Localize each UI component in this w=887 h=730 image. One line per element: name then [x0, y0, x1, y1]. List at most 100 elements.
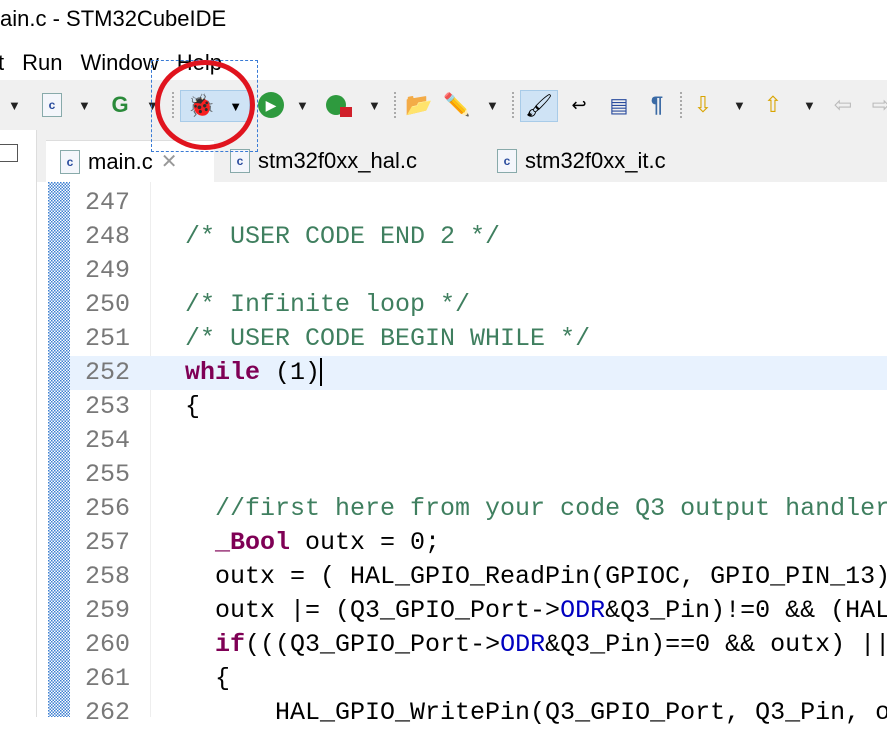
pilcrow-icon[interactable]: ¶: [644, 90, 670, 120]
chevron-down-icon[interactable]: ▼: [803, 98, 816, 113]
code-text: {: [185, 390, 200, 424]
code-line[interactable]: 251 /* USER CODE BEGIN WHILE */: [70, 322, 887, 356]
code-token: &Q3_Pin)!=0 && (HAL: [605, 596, 887, 625]
chevron-down-icon[interactable]: ▼: [296, 98, 309, 113]
code-line[interactable]: 247: [70, 186, 887, 220]
code-token: ODR: [560, 596, 606, 625]
menu-partial[interactable]: t: [0, 50, 6, 76]
code-line[interactable]: 256 //first here from your code Q3 outpu…: [70, 492, 887, 526]
close-icon[interactable]: ✕: [161, 149, 178, 174]
code-token: //first here from your code Q3 output ha…: [185, 494, 887, 523]
block-select-icon[interactable]: ▤: [604, 90, 634, 120]
tab-stm32f0xx-hal[interactable]: c stm32f0xx_hal.c: [230, 140, 417, 182]
open-folder-icon[interactable]: 📂: [402, 90, 436, 120]
chevron-down-icon[interactable]: ▼: [486, 98, 499, 113]
code-token: HAL_GPIO_WritePin(Q3_GPIO_Port, Q3_Pin, …: [185, 698, 887, 727]
line-number: 259: [84, 596, 130, 625]
line-number: 250: [84, 290, 130, 319]
code-token: outx = ( HAL_GPIO_ReadPin(GPIOC, GPIO_PI…: [185, 562, 887, 591]
code-token: {: [185, 664, 231, 693]
menu-run[interactable]: Run: [20, 50, 64, 76]
line-number: 260: [84, 630, 130, 659]
code-line[interactable]: 252 while (1): [70, 356, 887, 390]
code-text: {: [185, 662, 230, 696]
menu-bar: t Run Window Help: [0, 50, 224, 76]
code-line[interactable]: 254: [70, 424, 887, 458]
c-file-icon: c: [60, 149, 80, 174]
code-token: outx = 0;: [290, 528, 441, 557]
toolbar: ▼ c ▼ G ▼ 🐞 ▼ ▶ ▼ ▼ 📂 ✏️ ▼ 🖌 ↩ ▤ ¶ ⇩ ▼ ⇧ …: [0, 80, 887, 130]
code-text: _Bool outx = 0;: [185, 526, 440, 560]
code-line[interactable]: 248 /* USER CODE END 2 */: [70, 220, 887, 254]
line-number: 248: [84, 222, 130, 251]
chevron-down-icon[interactable]: ▼: [78, 98, 91, 113]
code-lines[interactable]: 247 248 /* USER CODE END 2 */ 249 250 /* Infi…: [70, 186, 887, 730]
code-line[interactable]: 258 outx = ( HAL_GPIO_ReadPin(GPIOC, GPI…: [70, 560, 887, 594]
code-token: &Q3_Pin)==0 && outx) ||: [545, 630, 887, 659]
tab-main-c[interactable]: c main.c ✕: [46, 140, 214, 182]
tab-label: stm32f0xx_hal.c: [258, 148, 417, 173]
pen-icon[interactable]: ✏️: [440, 90, 474, 120]
line-number: 249: [84, 256, 130, 285]
window-title: ain.c - STM32CubeIDE: [0, 6, 227, 31]
new-c-file-icon[interactable]: c: [38, 90, 66, 120]
chevron-down-icon[interactable]: ▼: [733, 98, 746, 113]
code-token: /* USER CODE END 2 */: [185, 222, 501, 251]
minimize-icon[interactable]: [0, 144, 18, 162]
next-annotation-icon[interactable]: ⇩: [688, 90, 718, 120]
chevron-down-icon[interactable]: ▼: [146, 98, 159, 113]
chevron-down-icon[interactable]: ▼: [8, 98, 21, 113]
line-number: 262: [84, 698, 130, 727]
code-token: /* USER CODE BEGIN WHILE */: [185, 324, 591, 353]
new-class-icon[interactable]: G: [106, 90, 134, 120]
code-token: /* Infinite loop */: [185, 290, 471, 319]
highlighter-icon[interactable]: 🖌: [520, 90, 558, 122]
code-token: ODR: [500, 630, 546, 659]
line-number: 255: [84, 460, 130, 489]
external-tools-icon[interactable]: [322, 90, 356, 120]
code-line[interactable]: 259 outx |= (Q3_GPIO_Port->ODR&Q3_Pin)!=…: [70, 594, 887, 628]
code-text: outx = ( HAL_GPIO_ReadPin(GPIOC, GPIO_PI…: [185, 560, 887, 594]
code-line[interactable]: 253 {: [70, 390, 887, 424]
code-line[interactable]: 255: [70, 458, 887, 492]
line-number: 256: [84, 494, 130, 523]
left-panel: [0, 130, 37, 717]
code-token: (((Q3_GPIO_Port->: [245, 630, 501, 659]
line-number: 254: [84, 426, 130, 455]
bug-icon: 🐞: [187, 93, 216, 118]
code-text: outx |= (Q3_GPIO_Port->ODR&Q3_Pin)!=0 &&…: [185, 594, 887, 628]
word-wrap-icon[interactable]: ↩: [564, 90, 594, 120]
overview-gutter: [48, 182, 70, 717]
code-line[interactable]: 250 /* Infinite loop */: [70, 288, 887, 322]
code-token: if: [215, 630, 246, 659]
forward-icon[interactable]: ⇨: [866, 90, 887, 120]
tab-stm32f0xx-it[interactable]: c stm32f0xx_it.c: [497, 140, 666, 182]
line-number: 252: [84, 358, 130, 387]
code-line[interactable]: 257 _Bool outx = 0;: [70, 526, 887, 560]
line-number: 253: [84, 392, 130, 421]
back-icon[interactable]: ⇦: [828, 90, 858, 120]
code-token: (1): [260, 358, 321, 387]
chevron-down-icon[interactable]: ▼: [368, 98, 381, 113]
code-text: while (1): [185, 356, 323, 390]
menu-window[interactable]: Window: [78, 50, 160, 76]
line-number: 247: [84, 188, 130, 217]
code-text: /* Infinite loop */: [185, 288, 470, 322]
code-line[interactable]: 262 HAL_GPIO_WritePin(Q3_GPIO_Port, Q3_P…: [70, 696, 887, 730]
play-icon: ▶: [258, 92, 284, 118]
tab-label: stm32f0xx_it.c: [525, 148, 666, 173]
tab-label: main.c: [88, 148, 153, 174]
run-button[interactable]: ▶: [256, 90, 286, 120]
code-token: outx |= (Q3_GPIO_Port->: [185, 596, 561, 625]
debug-button[interactable]: 🐞 ▼: [180, 90, 250, 122]
code-line[interactable]: 249: [70, 254, 887, 288]
previous-annotation-icon[interactable]: ⇧: [758, 90, 788, 120]
code-token: {: [185, 392, 201, 421]
code-line[interactable]: 260 if(((Q3_GPIO_Port->ODR&Q3_Pin)==0 &&…: [70, 628, 887, 662]
line-number: 258: [84, 562, 130, 591]
c-file-icon: c: [497, 149, 517, 173]
code-line[interactable]: 261 {: [70, 662, 887, 696]
menu-help[interactable]: Help: [175, 50, 224, 76]
code-text: if(((Q3_GPIO_Port->ODR&Q3_Pin)==0 && out…: [185, 628, 887, 662]
